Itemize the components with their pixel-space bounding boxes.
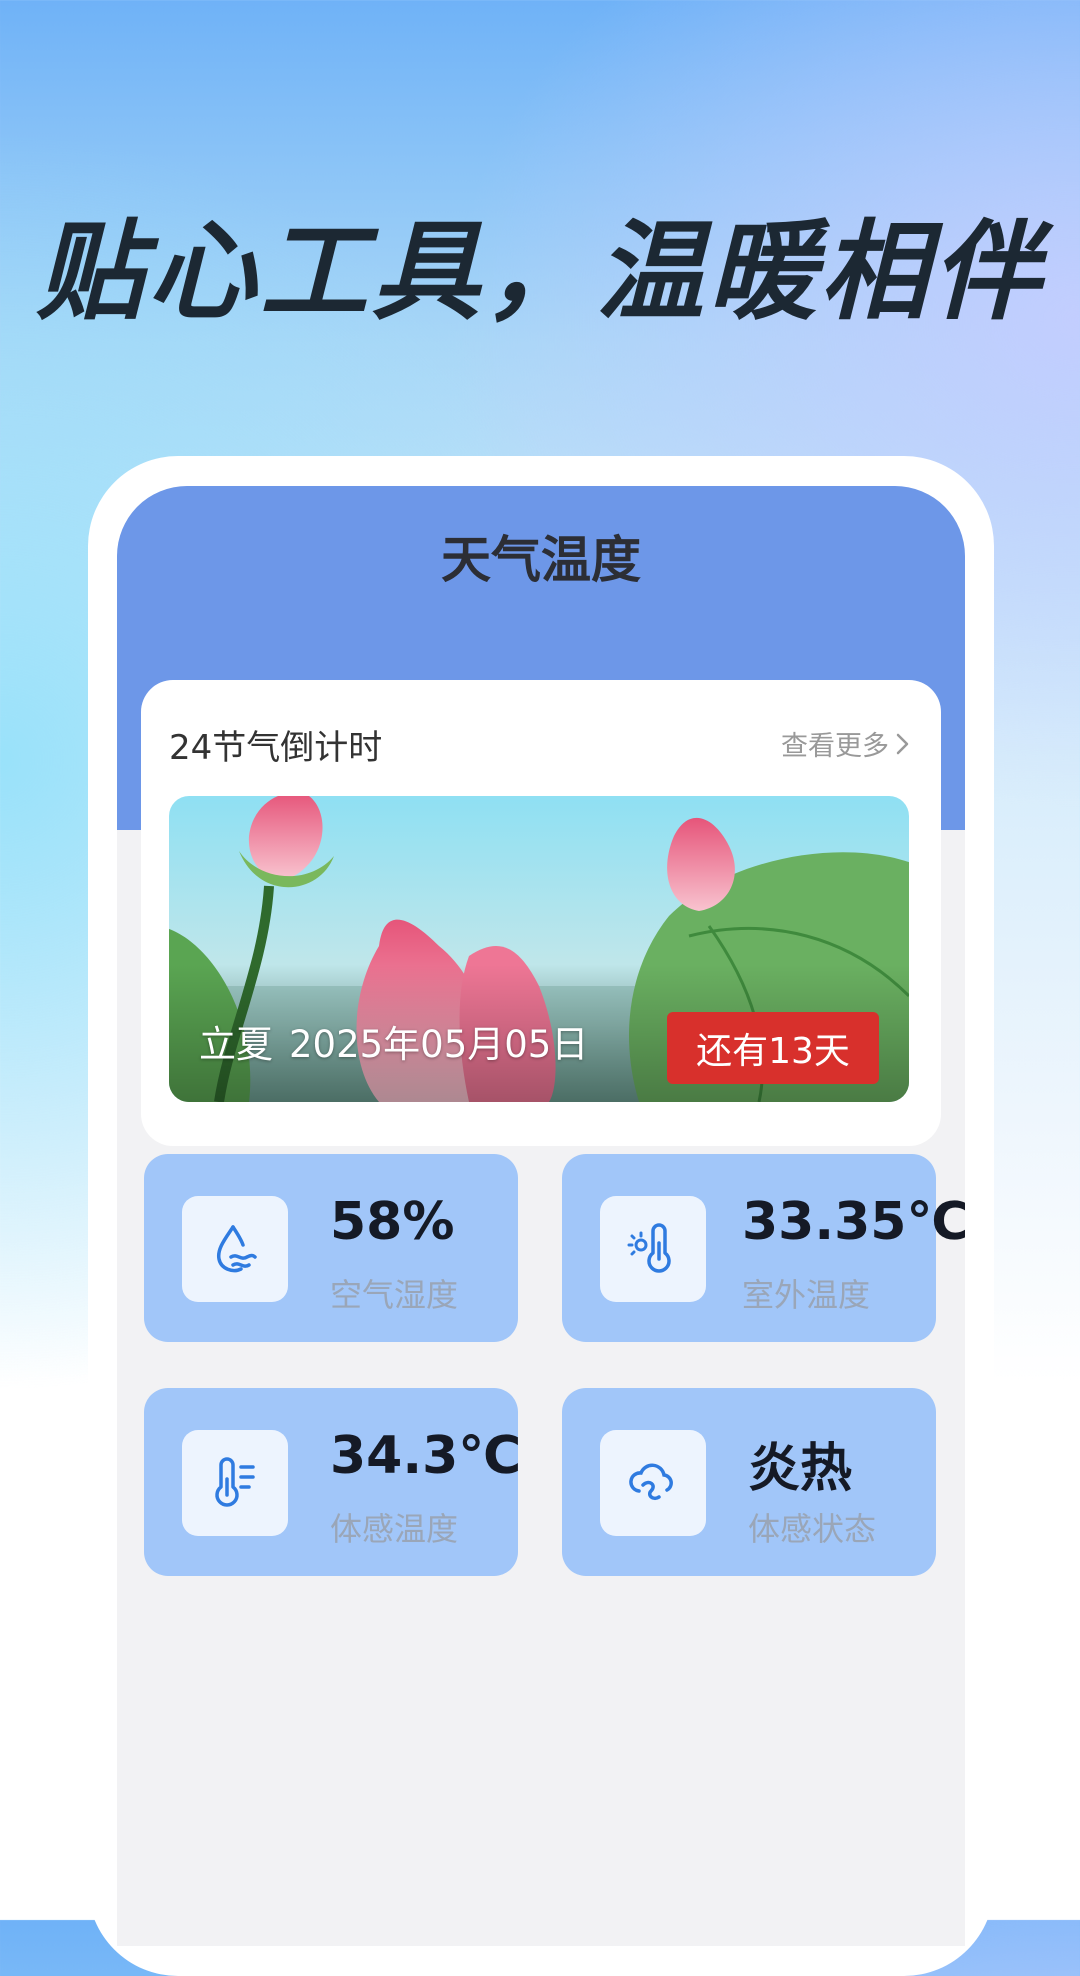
view-more-link[interactable]: 查看更多 xyxy=(781,724,911,763)
humidity-value: 58% xyxy=(330,1192,455,1252)
weather-condition-label: 体感状态 xyxy=(748,1510,877,1548)
weather-condition-value: 炎热 xyxy=(748,1439,853,1499)
chevron-right-icon xyxy=(896,733,909,754)
humidity-card: 58% 空气湿度 xyxy=(144,1154,518,1342)
feels-like-temperature-icon xyxy=(182,1430,288,1536)
feels-like-temperature-label: 体感温度 xyxy=(330,1510,459,1548)
feels-like-temperature-value: 34.3℃ xyxy=(330,1426,522,1486)
outdoor-temperature-value: 33.35℃ xyxy=(742,1192,965,1252)
outdoor-temperature-card: 33.35℃ 室外温度 xyxy=(562,1154,965,1342)
humidity-label: 空气湿度 xyxy=(330,1276,459,1314)
solar-term-name: 立夏 xyxy=(199,1023,273,1066)
weather-condition-card: 炎热 体感状态 xyxy=(562,1388,936,1576)
phone-screen: 天气温度 24节气倒计时 查看更多 立夏 2025年05月05日 还有13天 5… xyxy=(117,486,965,1946)
solar-term-card-title: 24节气倒计时 xyxy=(169,728,383,768)
feels-like-temperature-card: 34.3℃ 体感温度 xyxy=(144,1388,522,1576)
humidity-icon xyxy=(182,1196,288,1302)
solar-term-card: 24节气倒计时 查看更多 立夏 2025年05月05日 还有13天 xyxy=(141,680,941,1146)
weather-condition-icon xyxy=(600,1430,706,1536)
screen-title: 天气温度 xyxy=(441,531,641,589)
solar-term-banner[interactable]: 立夏 2025年05月05日 还有13天 xyxy=(169,796,909,1102)
countdown-badge: 还有13天 xyxy=(667,1012,879,1084)
solar-term-date: 2025年05月05日 xyxy=(289,1023,589,1066)
outdoor-temperature-icon xyxy=(600,1196,706,1302)
outdoor-temperature-label: 室外温度 xyxy=(742,1276,871,1314)
promo-slogan: 贴心工具，温暖相伴 xyxy=(35,210,1044,335)
view-more-label: 查看更多 xyxy=(781,731,889,762)
solar-term-info: 立夏 2025年05月05日 xyxy=(199,1014,588,1068)
